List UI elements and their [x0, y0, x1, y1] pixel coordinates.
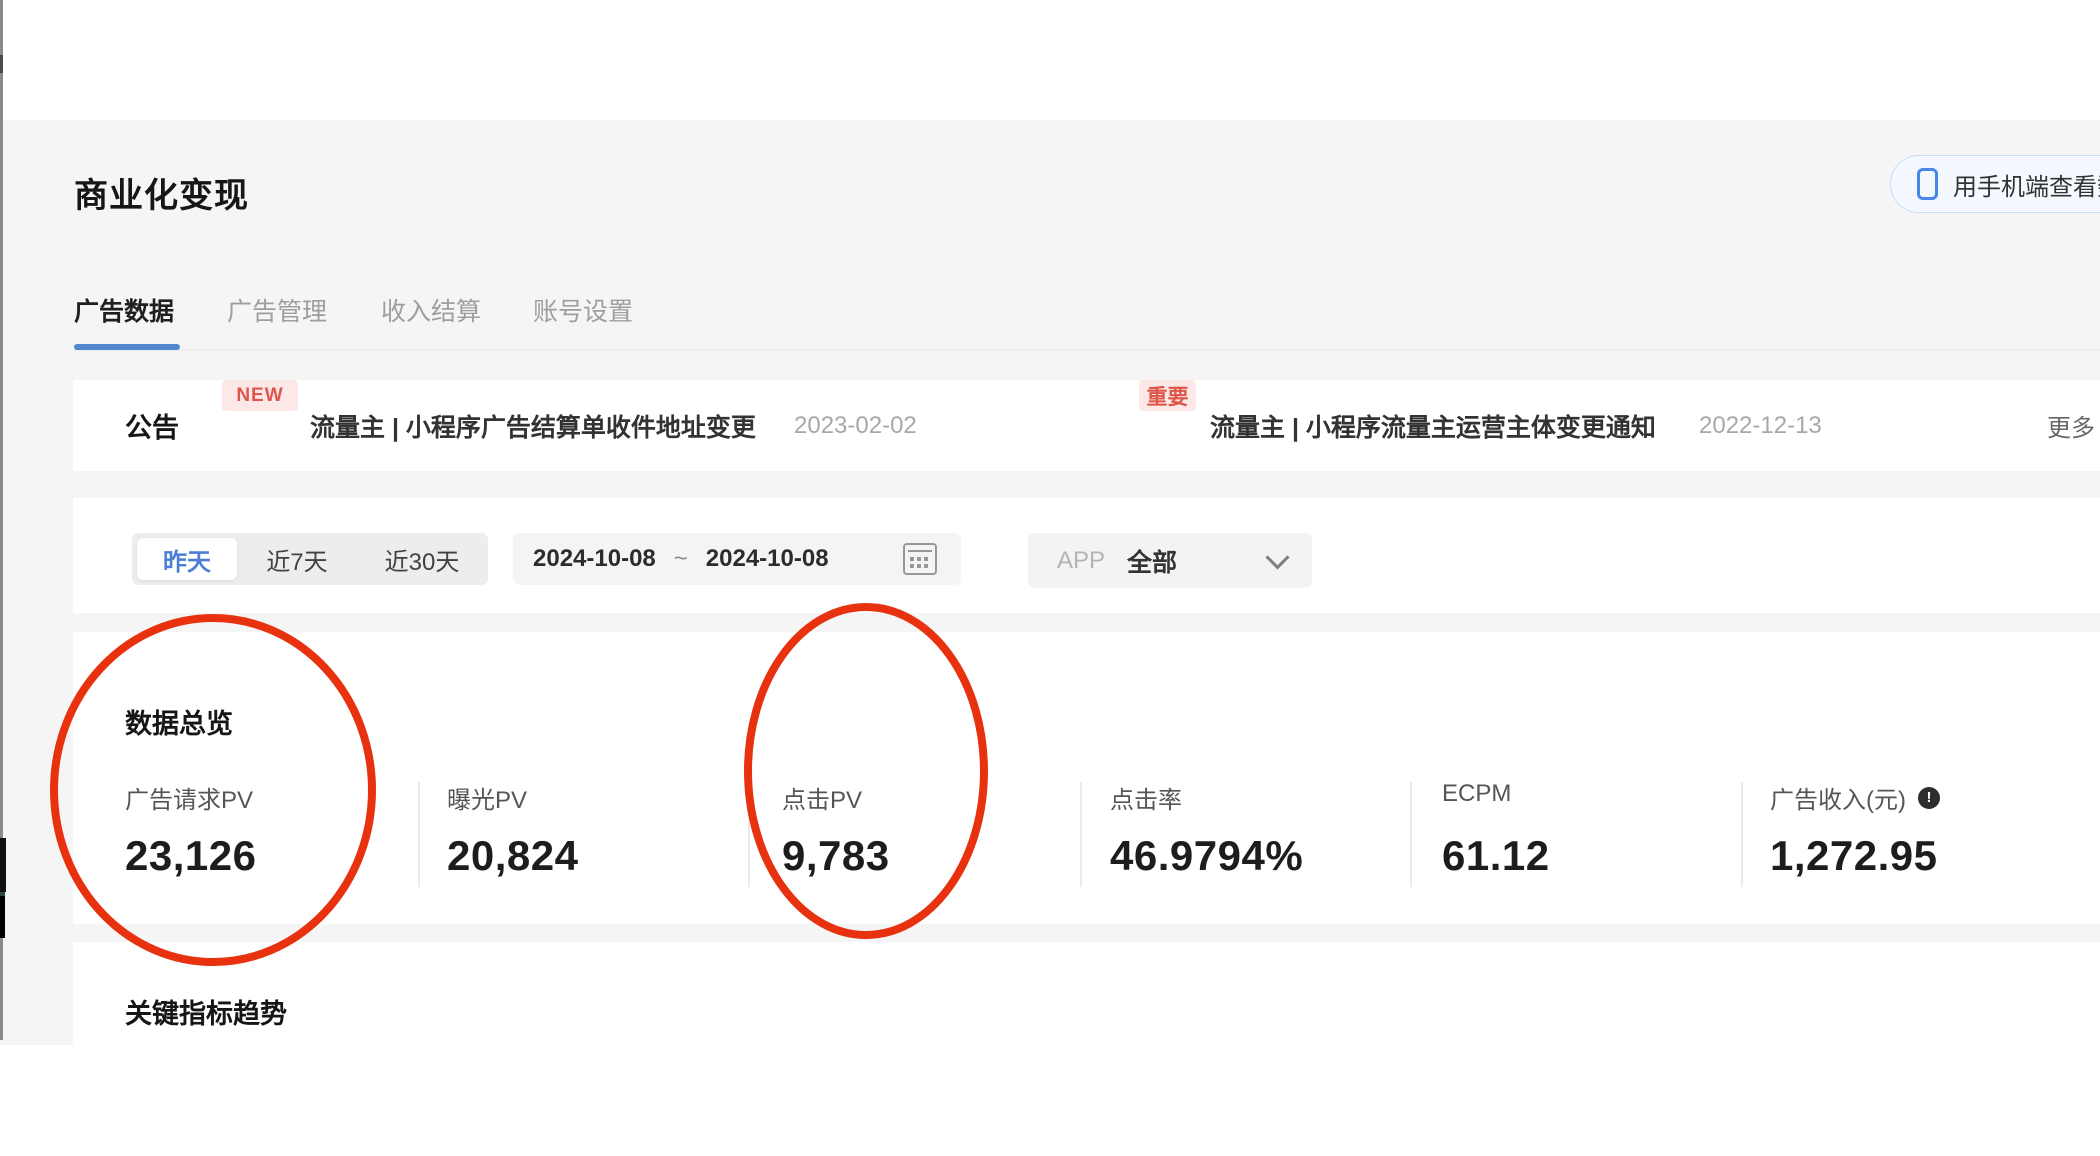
metric-value-impression-pv: 20,824: [447, 832, 579, 879]
overview-section-title: 数据总览: [125, 709, 233, 739]
date-end-value[interactable]: 2024-10-08: [706, 545, 829, 573]
tab-ad-data[interactable]: 广告数据: [74, 292, 174, 328]
important-badge: 重要: [1139, 380, 1196, 411]
view-on-phone-button[interactable]: 用手机端查看数: [1890, 155, 2100, 213]
announcement-title: 公告: [125, 413, 179, 443]
metric-divider: [1410, 782, 1412, 887]
app-filter-label: APP: [1057, 546, 1106, 574]
app-filter-select[interactable]: APP 全部: [1028, 533, 1312, 588]
date-range-separator: ~: [673, 545, 688, 572]
calendar-icon[interactable]: [903, 543, 937, 575]
page-title: 商业化变现: [74, 177, 249, 215]
announcement-link[interactable]: 流量主 | 小程序流量主运营主体变更通知: [1210, 408, 1656, 444]
chevron-down-icon: [1265, 544, 1290, 570]
app-window: 商业化变现 用手机端查看数 广告数据 广告管理 收入结算 账号设置 公告 NEW…: [0, 0, 2100, 1156]
metric-label-ctr: 点击率: [1110, 787, 1182, 814]
metric-value-click-pv: 9,783: [782, 832, 890, 879]
tab-ad-management[interactable]: 广告管理: [227, 292, 327, 328]
announcement-bar: 公告 NEW 流量主 | 小程序广告结算单收件地址变更 2023-02-02 重…: [73, 380, 2100, 471]
tabs-divider: [74, 349, 2100, 351]
metric-value-ad-revenue: 1,272.95: [1770, 832, 1938, 879]
announcement-link[interactable]: 流量主 | 小程序广告结算单收件地址变更: [310, 408, 756, 444]
metric-label-ecpm: ECPM: [1442, 780, 1512, 807]
data-overview-card: 数据总览 广告请求PV 23,126 曝光PV 20,824 点击PV 9,78…: [73, 632, 2100, 924]
metric-label-impression-pv: 曝光PV: [447, 787, 528, 814]
metric-value-ctr: 46.9794%: [1110, 832, 1304, 879]
active-tab-underline: [74, 344, 180, 350]
left-edge-black-mark: [0, 838, 6, 892]
metric-label-click-pv: 点击PV: [782, 787, 863, 814]
metric-divider: [1080, 782, 1082, 887]
announcement-date: 2023-02-02: [794, 411, 917, 439]
metric-divider: [748, 782, 750, 887]
trend-section-title: 关键指标趋势: [125, 999, 287, 1029]
left-edge-black-mark: [0, 896, 5, 938]
announcement-date: 2022-12-13: [1699, 411, 1822, 439]
metric-value-ecpm: 61.12: [1442, 832, 1550, 879]
metric-divider: [418, 782, 420, 887]
date-start-value[interactable]: 2024-10-08: [533, 545, 656, 573]
phone-icon: [1917, 168, 1938, 200]
metric-divider: [1741, 782, 1743, 887]
metric-value-ad-request-pv: 23,126: [125, 832, 257, 879]
tab-account-settings[interactable]: 账号设置: [533, 292, 633, 328]
key-metrics-trend-card: 关键指标趋势: [73, 942, 2100, 1156]
announcement-more-link[interactable]: 更多: [2047, 408, 2095, 443]
metric-label-ad-request-pv: 广告请求PV: [125, 787, 254, 814]
quick-range-segmented-control: 昨天 近7天 近30天: [132, 533, 488, 585]
range-yesterday-option[interactable]: 昨天: [137, 538, 237, 580]
filter-bar: 昨天 近7天 近30天 2024-10-08 ~ 2024-10-08 APP …: [73, 498, 2100, 613]
left-edge-dot: [0, 55, 3, 73]
new-badge: NEW: [222, 380, 298, 411]
date-range-picker[interactable]: 2024-10-08 ~ 2024-10-08: [513, 533, 961, 585]
metric-label-ad-revenue: 广告收入(元) !: [1770, 780, 1940, 815]
info-icon[interactable]: !: [1917, 786, 1940, 809]
app-filter-value: 全部: [1127, 548, 1178, 577]
metric-label-ad-revenue-text: 广告收入(元): [1770, 787, 1906, 814]
range-30days-option[interactable]: 近30天: [362, 533, 482, 585]
view-on-phone-label: 用手机端查看数: [1953, 173, 2100, 201]
range-7days-option[interactable]: 近7天: [237, 533, 357, 585]
tab-revenue-settlement[interactable]: 收入结算: [381, 292, 481, 328]
